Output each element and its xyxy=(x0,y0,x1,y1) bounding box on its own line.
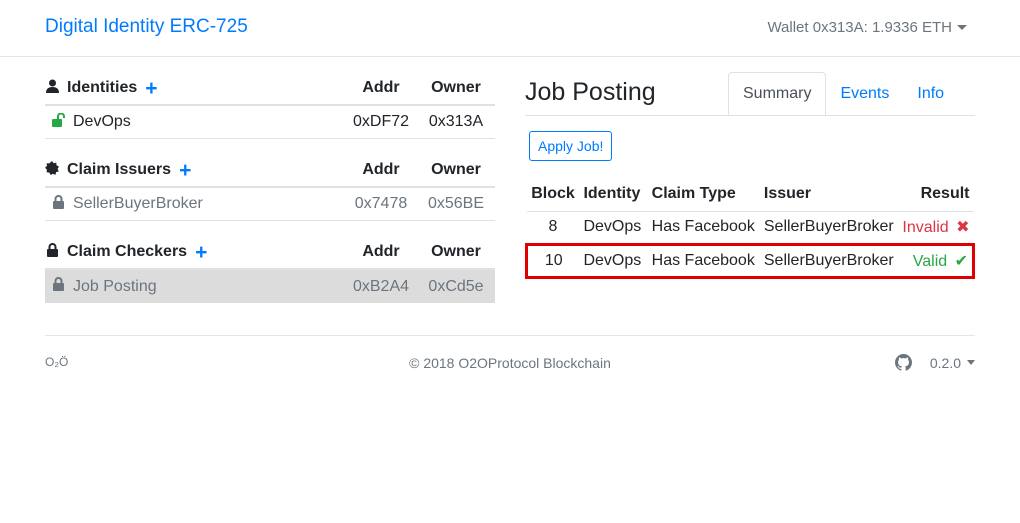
result-invalid: Invalid xyxy=(902,219,949,236)
owner-header: Owner xyxy=(431,161,481,178)
identities-header: Identities + Addr Owner xyxy=(45,72,495,106)
claim-issuers-header: Claim Issuers + Addr Owner xyxy=(45,154,495,188)
checker-addr: 0xB2A4 xyxy=(352,277,410,295)
check-icon: ✔ xyxy=(954,252,968,270)
identity-name: DevOps xyxy=(73,113,131,130)
table-row-highlighted[interactable]: 10 DevOps Has Facebook SellerBuyerBroker… xyxy=(525,242,976,279)
section-title: Claim Checkers xyxy=(67,243,188,260)
cross-icon: ✖ xyxy=(956,219,970,236)
header-result: Result xyxy=(920,185,970,203)
cell-identity: DevOps xyxy=(579,242,648,279)
header-identity: Identity xyxy=(583,185,641,203)
cell-block: 10 xyxy=(525,242,580,279)
tab-summary[interactable]: Summary xyxy=(728,72,827,116)
owner-header: Owner xyxy=(431,79,481,96)
addr-header: Addr xyxy=(362,243,400,260)
chevron-down-icon[interactable] xyxy=(967,360,975,365)
tabs-divider xyxy=(525,115,975,116)
header-issuer: Issuer xyxy=(763,185,812,203)
identity-owner: 0x313A xyxy=(428,113,484,130)
claim-checkers-header: Claim Checkers + Addr Owner xyxy=(45,236,495,270)
footer-divider xyxy=(45,335,975,336)
chevron-down-icon[interactable] xyxy=(957,25,967,30)
cell-result: Valid ✔ xyxy=(898,242,976,279)
issuer-addr: 0x7478 xyxy=(354,195,408,212)
tab-info[interactable]: Info xyxy=(903,72,958,116)
cell-claim-type: Has Facebook xyxy=(647,210,760,244)
section-title: Identities xyxy=(67,79,138,96)
certificate-icon xyxy=(45,160,59,180)
add-issuer-icon[interactable]: + xyxy=(179,160,191,181)
user-icon xyxy=(45,79,59,98)
navbar: Digital Identity ERC-725 Wallet 0x313A: … xyxy=(0,0,1020,57)
claims-table: Block Identity Claim Type Issuer Result … xyxy=(525,178,976,279)
footer-copyright: © 2018 O2OProtocol Blockchain xyxy=(409,355,611,371)
table-row[interactable]: 8 DevOps Has Facebook SellerBuyerBroker … xyxy=(526,210,974,244)
lock-icon xyxy=(51,277,65,296)
section-title: Claim Issuers xyxy=(67,161,172,178)
tab-events[interactable]: Events xyxy=(826,72,903,116)
wallet-dropdown[interactable]: Wallet 0x313A: 1.9336 ETH xyxy=(767,19,952,36)
checker-name: Job Posting xyxy=(73,277,157,295)
header-block: Block xyxy=(531,185,575,203)
issuer-name: SellerBuyerBroker xyxy=(73,195,203,212)
addr-header: Addr xyxy=(362,79,400,96)
cell-issuer: SellerBuyerBroker xyxy=(759,242,899,279)
owner-header: Owner xyxy=(431,243,481,260)
cell-result: Invalid ✖ xyxy=(898,210,974,244)
addr-header: Addr xyxy=(362,161,400,178)
identity-addr: 0xDF72 xyxy=(352,113,410,130)
github-icon[interactable] xyxy=(894,354,912,371)
add-checker-icon[interactable]: + xyxy=(195,242,207,263)
brand-link[interactable]: Digital Identity ERC-725 xyxy=(45,16,248,38)
add-identity-icon[interactable]: + xyxy=(145,78,157,99)
panel-title: Job Posting xyxy=(525,78,656,106)
issuer-owner: 0x56BE xyxy=(427,195,485,212)
cell-identity: DevOps xyxy=(579,210,648,244)
header-claim-type: Claim Type xyxy=(651,185,736,203)
identity-row[interactable]: DevOps 0xDF72 0x313A xyxy=(45,106,495,139)
issuer-row[interactable]: SellerBuyerBroker 0x7478 0x56BE xyxy=(45,188,495,221)
cell-block: 8 xyxy=(526,210,580,244)
unlock-icon xyxy=(51,112,65,132)
panel-tabs: Summary Events Info xyxy=(728,72,958,116)
cell-claim-type: Has Facebook xyxy=(647,242,760,279)
apply-job-button[interactable]: Apply Job! xyxy=(529,131,613,161)
version-dropdown[interactable]: 0.2.0 xyxy=(930,355,961,371)
cell-issuer: SellerBuyerBroker xyxy=(759,210,899,244)
checker-owner: 0xCd5e xyxy=(428,277,484,295)
checker-row-selected[interactable]: Job Posting 0xB2A4 0xCd5e xyxy=(45,270,495,303)
result-valid: Valid xyxy=(912,252,948,270)
table-header-row: Block Identity Claim Type Issuer Result xyxy=(527,178,974,211)
entity-lists: Identities + Addr Owner DevOps 0xDF72 0x… xyxy=(45,72,495,303)
footer-version: 0.2.0 xyxy=(894,354,975,371)
lock-icon xyxy=(51,194,65,214)
lock-icon xyxy=(45,242,59,262)
